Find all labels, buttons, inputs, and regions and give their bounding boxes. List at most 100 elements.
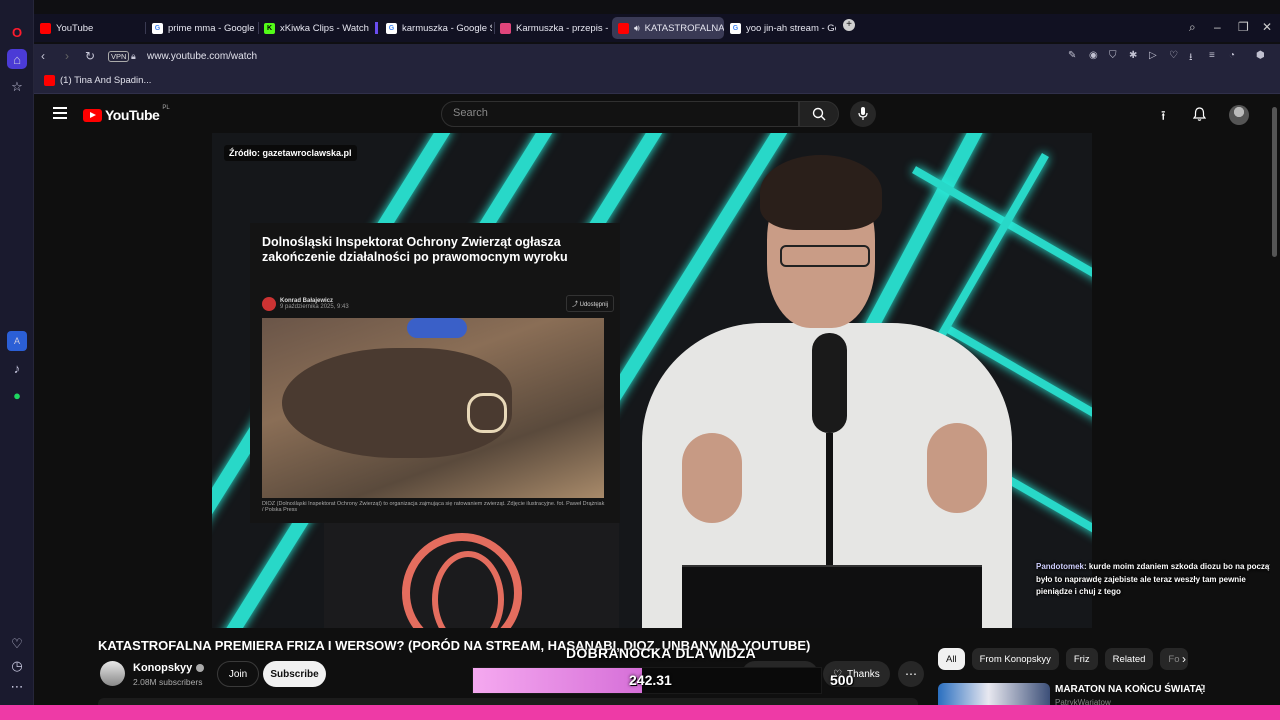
video-player[interactable]: Źródło: gazetawroclawska.pl Dolnośląski … — [212, 133, 1092, 628]
channel-name-text: Konopskyy — [133, 662, 193, 674]
edit-icon[interactable]: ✎ — [1068, 50, 1076, 61]
chip-from-channel[interactable]: From Konopskyy — [971, 648, 1059, 670]
monitor-figure — [682, 565, 982, 628]
close-icon[interactable]: ✕ — [1262, 20, 1272, 34]
google-favicon-icon: G — [386, 22, 397, 34]
extension-icon[interactable]: ✱ — [1129, 50, 1137, 61]
tiktok-icon[interactable]: ♪ — [7, 358, 27, 378]
microphone-stand — [826, 433, 833, 573]
tab-bar: YouTube G prime mma - Google Sear K xKiw… — [34, 14, 1280, 42]
shield-icon[interactable]: ⛉ — [1109, 50, 1117, 61]
chevron-right-icon[interactable]: › — [1182, 652, 1186, 666]
channel-name[interactable]: Konopskyy — [133, 662, 205, 674]
reload-icon[interactable]: ↻ — [85, 49, 95, 63]
recipe-favicon-icon — [500, 22, 511, 34]
subscribe-button[interactable]: Subscribe — [263, 661, 326, 687]
heart-icon[interactable]: ♡ — [7, 634, 27, 654]
star-icon[interactable]: ☆ — [7, 77, 27, 97]
recommendation-title[interactable]: MARATON NA KOŃCU ŚWIATA! — [1055, 684, 1206, 695]
youtube-header: YouTube PL ⭱ — [34, 95, 1270, 133]
news-article: Dolnośląski Inspektorat Ochrony Zwierząt… — [250, 223, 620, 523]
article-photo — [262, 318, 604, 498]
scrollbar-thumb[interactable] — [1272, 107, 1277, 257]
bookmark-item[interactable]: (1) Tina And Spadin... — [44, 75, 151, 86]
recommendation-menu-icon[interactable]: ⋮ — [1196, 682, 1208, 696]
download-icon[interactable]: ⭳ — [1189, 50, 1193, 67]
voice-search-button[interactable] — [850, 101, 876, 127]
streamer-glasses — [780, 245, 870, 267]
chip-friz[interactable]: Friz — [1065, 648, 1098, 670]
heart-icon[interactable]: ♡ — [1169, 50, 1178, 61]
url-field[interactable]: www.youtube.com/watch — [147, 51, 257, 62]
tab-xkiwka[interactable]: K xKiwka Clips - Watch Live — [258, 17, 370, 39]
streamer-hair — [760, 155, 882, 230]
country-code: PL — [162, 105, 170, 111]
tab-prime-mma[interactable]: G prime mma - Google Sear — [146, 17, 256, 39]
google-favicon-icon: G — [152, 22, 163, 34]
back-icon[interactable]: ‹ — [41, 49, 45, 63]
donation-goal-fill — [473, 668, 642, 693]
play-icon[interactable]: ▷ — [1149, 50, 1157, 61]
join-button[interactable]: Join — [217, 661, 259, 687]
new-tab-button[interactable]: + — [843, 19, 855, 31]
menu-icon[interactable]: ≡ — [1209, 50, 1215, 61]
youtube-page: YouTube PL ⭱ Źródło: gazetawroclawska.pl — [34, 95, 1280, 720]
restore-icon[interactable]: ❐ — [1238, 20, 1249, 34]
search-input[interactable] — [442, 102, 798, 124]
tab-karmuszka-przepis[interactable]: Karmuszka - przepis - Mo — [494, 17, 608, 39]
camera-icon[interactable]: ◉ — [1089, 50, 1098, 61]
tab-label: Karmuszka - przepis - Mo — [516, 22, 608, 34]
chat-username: Pandotomek — [1036, 562, 1085, 571]
account-avatar[interactable] — [1229, 105, 1249, 125]
tab-youtube[interactable]: YouTube — [34, 17, 142, 39]
search-box — [441, 101, 799, 127]
tab-yoo-jin-ah[interactable]: G yoo jin-ah stream - Googl — [724, 17, 836, 39]
opera-logo-icon[interactable]: O — [7, 22, 27, 42]
aria-icon[interactable]: A — [7, 331, 27, 351]
search-button[interactable] — [799, 101, 839, 127]
recommendation-thumbnail[interactable] — [938, 683, 1050, 705]
youtube-favicon-icon — [618, 22, 629, 34]
vpn-badge[interactable]: VPN — [108, 51, 130, 62]
home-icon[interactable]: ⌂ — [7, 49, 27, 69]
search-tabs-icon[interactable]: ⌕ — [1189, 20, 1196, 35]
history-icon[interactable]: ◷ — [7, 656, 27, 676]
donation-goal-value: 242.31 — [629, 672, 672, 688]
tab-label: KATASTROFALNA PREI — [644, 22, 724, 34]
lock-icon[interactable]: 🔒︎ — [131, 51, 136, 62]
donation-goal-target: 500 — [830, 672, 854, 688]
profile-icon[interactable]: ◔ — [1229, 50, 1235, 61]
chip-all[interactable]: All — [938, 648, 965, 670]
speaker-icon[interactable]: 🔊︎ — [634, 23, 640, 34]
youtube-play-icon — [83, 108, 102, 122]
article-date: 9 października 2025, 9:43 — [280, 304, 349, 310]
youtube-favicon-icon — [44, 75, 55, 86]
chip-related[interactable]: Related — [1104, 648, 1154, 670]
notifications-bell-icon[interactable] — [1192, 107, 1207, 124]
spotify-icon[interactable]: ● — [7, 385, 27, 405]
streamer-hand-left — [682, 433, 742, 523]
streamer-hand-right — [927, 423, 987, 513]
article-title: Dolnośląski Inspektorat Ochrony Zwierząt… — [262, 235, 568, 264]
youtube-favicon-icon — [40, 22, 51, 34]
tab-label: yoo jin-ah stream - Googl — [746, 22, 836, 34]
more-icon[interactable]: ⋯ — [7, 677, 27, 697]
tab-label: xKiwka Clips - Watch Live — [280, 22, 370, 34]
channel-avatar[interactable] — [100, 661, 125, 686]
tab-katastrofalna[interactable]: 🔊︎ KATASTROFALNA PREI — [612, 17, 724, 39]
kick-favicon-icon: K — [264, 22, 275, 34]
easy-setup-icon[interactable]: ⬢ — [1256, 50, 1265, 61]
article-caption: DIOZ (Dolnośląski Inspektorat Ochrony Zw… — [262, 501, 605, 513]
youtube-logo[interactable]: YouTube PL — [83, 105, 170, 123]
source-tag: Źródło: gazetawroclawska.pl — [224, 145, 357, 161]
more-actions-icon[interactable]: ⋯ — [898, 661, 924, 687]
forward-icon[interactable]: › — [65, 49, 69, 63]
minimize-icon[interactable]: – — [1214, 20, 1221, 34]
hamburger-menu-icon[interactable] — [53, 107, 67, 119]
tab-karmuszka-google[interactable]: G karmuszka - Google Sear — [380, 17, 492, 39]
article-author: Konrad Bałajewicz 9 października 2025, 9… — [262, 297, 349, 311]
upload-icon[interactable]: ⭱ — [1161, 107, 1166, 129]
chat-overlay: Pandotomek: kurde moim zdaniem szkoda di… — [1036, 561, 1280, 599]
page-scrollbar[interactable] — [1270, 95, 1280, 720]
subscriber-count: 2.08M subscribers — [133, 677, 203, 687]
